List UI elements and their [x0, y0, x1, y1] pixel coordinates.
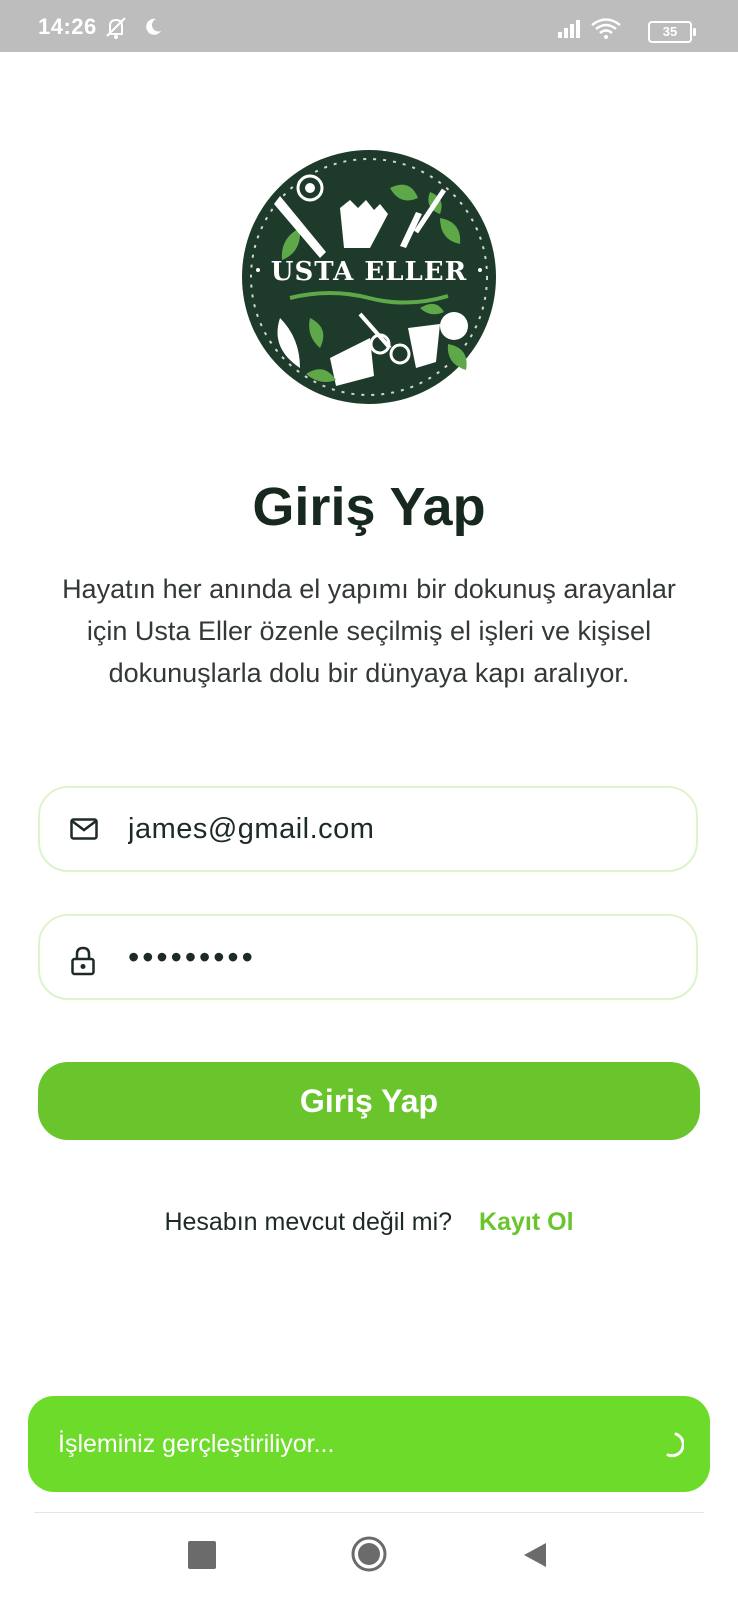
- password-input[interactable]: [128, 916, 668, 998]
- email-input[interactable]: [128, 788, 668, 870]
- signup-question: Hesabın mevcut değil mi?: [164, 1208, 453, 1236]
- mail-icon: [70, 818, 98, 844]
- signal-icon: [558, 20, 580, 38]
- password-field[interactable]: [38, 914, 698, 1000]
- status-bar: 14:26 35: [0, 0, 738, 52]
- page-title: Giriş Yap: [252, 477, 486, 537]
- moon-icon: [142, 16, 164, 44]
- signup-link[interactable]: Kayıt Ol: [479, 1208, 573, 1236]
- navigation-bar: [0, 1513, 738, 1600]
- usta-eller-logo: USTA ELLER: [240, 148, 498, 406]
- login-button[interactable]: Giriş Yap: [38, 1062, 700, 1140]
- snackbar-message: İşleminiz gerçleştiriliyor...: [58, 1430, 335, 1458]
- processing-snackbar: İşleminiz gerçleştiriliyor...: [28, 1396, 710, 1492]
- battery-icon: 35: [648, 21, 696, 43]
- back-triangle-icon: [524, 1543, 546, 1567]
- lock-icon: [70, 946, 98, 976]
- status-time: 14:26: [38, 14, 97, 39]
- back-button[interactable]: [520, 1539, 550, 1571]
- home-button[interactable]: [350, 1535, 388, 1573]
- page-description: Hayatın her anında el yapımı bir dokunuş…: [62, 574, 676, 688]
- logo-text: USTA ELLER: [271, 257, 467, 287]
- loading-spinner-icon: [654, 1428, 685, 1458]
- home-circle-icon: [351, 1536, 387, 1572]
- recents-button[interactable]: [188, 1541, 216, 1569]
- wifi-icon: [591, 18, 621, 39]
- email-field[interactable]: [38, 786, 698, 872]
- signup-row: Hesabın mevcut değil mi? Kayıt Ol: [0, 1208, 738, 1237]
